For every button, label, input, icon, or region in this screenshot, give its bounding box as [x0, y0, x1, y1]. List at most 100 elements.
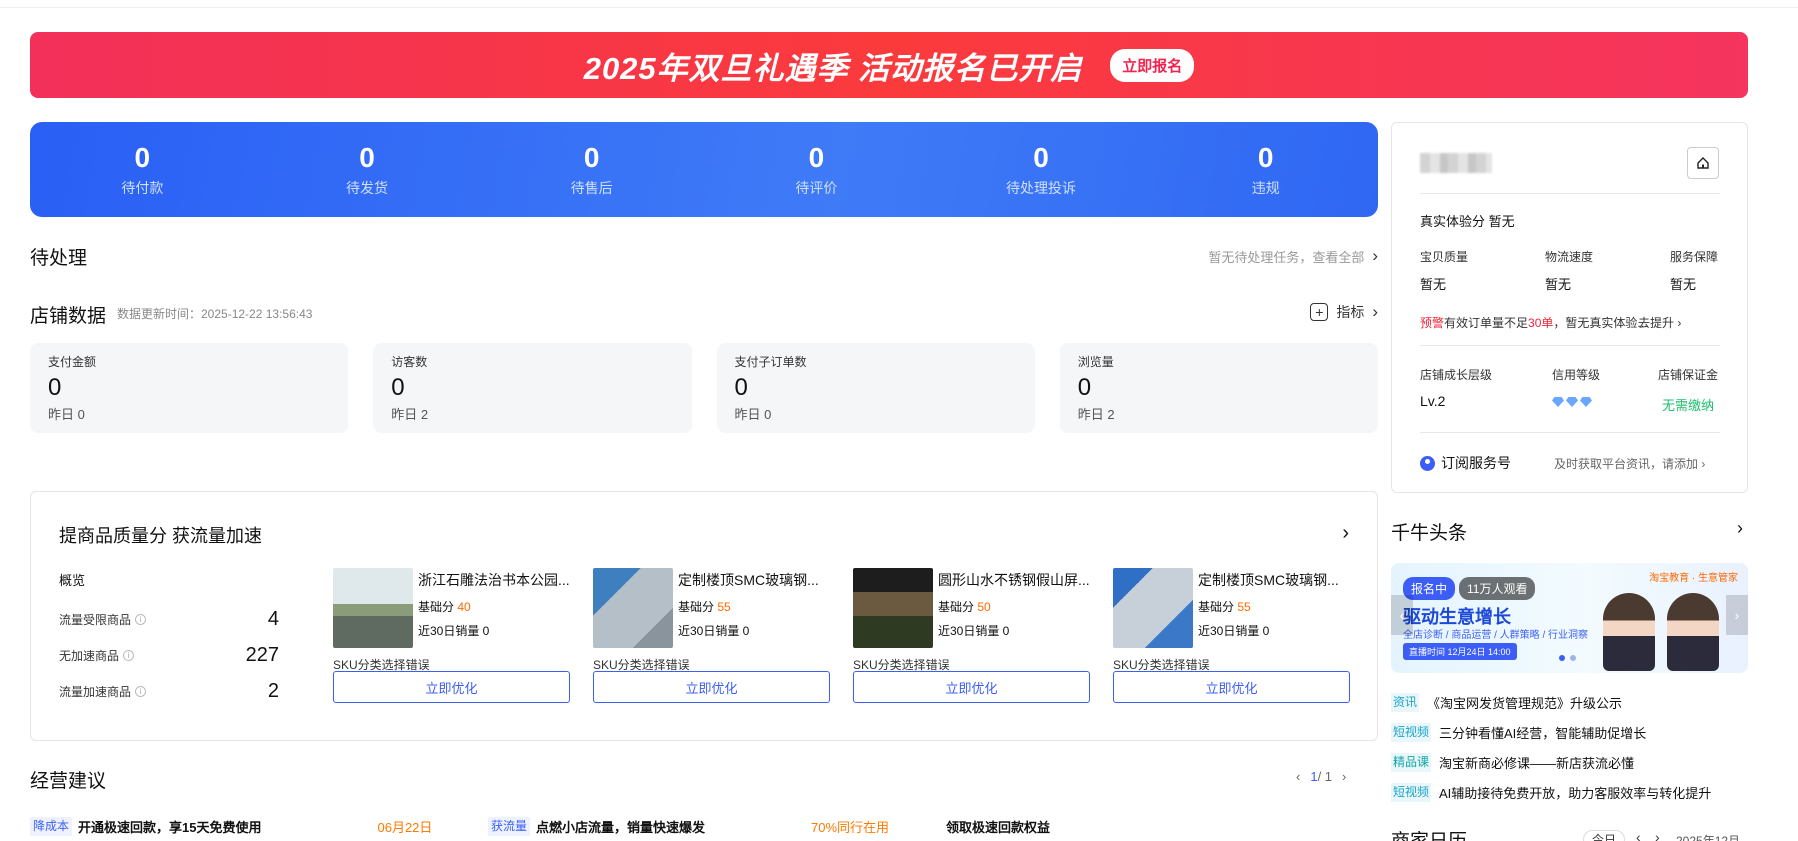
- overview-row-value: 4: [267, 608, 279, 630]
- chevron-left-icon[interactable]: ‹: [1296, 769, 1300, 784]
- status-label: 待评价: [795, 179, 838, 196]
- chevron-right-icon: ›: [1372, 302, 1378, 321]
- store-data-title: 店铺数据: [30, 306, 107, 327]
- metric-yesterday: 昨日 0: [48, 407, 85, 422]
- dim-value: 暂无: [1545, 277, 1572, 292]
- chevron-right-icon[interactable]: ›: [1737, 518, 1743, 539]
- subscribe-label: 订阅服务号: [1441, 455, 1511, 471]
- status-violations[interactable]: 0 违规: [1153, 122, 1378, 217]
- advice-pager: ‹ 1/ 1 ›: [1296, 769, 1346, 784]
- info-icon[interactable]: i: [123, 650, 135, 661]
- overview-label: 概览: [59, 573, 86, 588]
- product-name[interactable]: 定制楼顶SMC玻璃钢...: [678, 570, 830, 590]
- news-item[interactable]: 资讯 《淘宝网发货管理规范》升级公示: [1391, 693, 1622, 712]
- news-banner-carousel[interactable]: 报名中 11万人观看 驱动生意增长 全店诊断 / 商品运营 / 人群策略 / 行…: [1391, 563, 1748, 673]
- status-after-sale[interactable]: 0 待售后: [479, 122, 704, 217]
- optimize-button[interactable]: 立即优化: [333, 671, 570, 703]
- diamond-icon: [1552, 397, 1564, 407]
- status-unpaid[interactable]: 0 待付款: [30, 122, 255, 217]
- score-label: 基础分: [938, 600, 975, 614]
- product-sales: 近30日销量 0: [1198, 624, 1270, 638]
- metric-yesterday: 昨日 2: [391, 407, 429, 422]
- status-count: 0: [808, 141, 825, 173]
- status-count: 0: [583, 141, 600, 173]
- banner-views: 11万人观看: [1459, 577, 1536, 600]
- home-button[interactable]: [1687, 147, 1719, 179]
- deposit-value: 无需缴纳: [1662, 398, 1715, 413]
- overview-row-label: 无加速商品: [59, 649, 120, 663]
- news-item[interactable]: 短视频 三分钟看懂AI经营，智能辅助促增长: [1391, 723, 1646, 742]
- metric-card-pageviews[interactable]: 浏览量 0 昨日 2: [1059, 343, 1378, 433]
- product-thumbnail[interactable]: [333, 568, 413, 648]
- news-item[interactable]: 精品课 淘宝新商必修课——新店获流必懂: [1391, 753, 1634, 772]
- chevron-right-icon: ›: [1372, 246, 1378, 265]
- advice-item[interactable]: 获流量 点燃小店流量，销量快速爆发 70%同行在用: [488, 817, 889, 836]
- chevron-left-icon[interactable]: ‹: [1391, 595, 1413, 635]
- calendar-month: 2025年12月: [1676, 834, 1741, 841]
- banner-title: 2025年双旦礼遇季 活动报名已开启: [583, 50, 1083, 86]
- news-tag: 精品课: [1391, 753, 1432, 772]
- status-count: 0: [134, 141, 151, 173]
- subscribe-hint[interactable]: 及时获取平台资讯，请添加 ›: [1554, 455, 1705, 472]
- improve-link[interactable]: 去提升 ›: [1638, 314, 1681, 331]
- status-complaints[interactable]: 0 待处理投诉: [929, 122, 1154, 217]
- home-icon: [1697, 157, 1709, 169]
- chevron-right-icon: ›: [1701, 457, 1706, 471]
- quality-score-panel: 提商品质量分 获流量加速 › 概览 流量受限商品 i 4 无加速商品 i 227 流…: [30, 491, 1378, 741]
- metric-yesterday: 昨日 2: [1077, 407, 1115, 422]
- overview-row[interactable]: 无加速商品 i 227: [59, 644, 279, 667]
- metric-label: 浏览量: [1077, 355, 1114, 369]
- news-item[interactable]: 短视频 AI辅助接待免费开放，助力客服效率与转化提升: [1391, 783, 1711, 802]
- status-to-review[interactable]: 0 待评价: [704, 122, 929, 217]
- presenter-image: [1667, 593, 1719, 671]
- news-tag: 短视频: [1391, 783, 1432, 802]
- product-thumbnail[interactable]: [593, 568, 673, 648]
- news-tag: 资讯: [1391, 693, 1420, 712]
- metric-card-orders[interactable]: 支付子订单数 0 昨日 0: [716, 343, 1035, 433]
- news-text: 淘宝新商必修课——新店获流必懂: [1439, 756, 1635, 771]
- advice-item[interactable]: 领取极速回款权益: [946, 817, 1050, 836]
- optimize-button[interactable]: 立即优化: [853, 671, 1090, 703]
- chevron-right-icon[interactable]: ›: [1342, 769, 1346, 784]
- carousel-dot[interactable]: [1570, 655, 1576, 661]
- metric-value: 0: [391, 374, 405, 401]
- product-thumbnail[interactable]: [853, 568, 933, 648]
- info-icon[interactable]: i: [135, 686, 147, 697]
- optimize-button[interactable]: 立即优化: [593, 671, 830, 703]
- product-thumbnail[interactable]: [1113, 568, 1193, 648]
- subscribe-row[interactable]: 订阅服务号: [1420, 453, 1511, 473]
- optimize-button[interactable]: 立即优化: [1113, 671, 1350, 703]
- chevron-left-icon[interactable]: ‹: [1636, 829, 1641, 841]
- deposit-label: 店铺保证金: [1658, 368, 1719, 382]
- score-value: 55: [717, 600, 731, 614]
- chevron-right-icon[interactable]: ›: [1726, 595, 1748, 635]
- info-icon[interactable]: i: [135, 614, 147, 625]
- pager-current: 1: [1310, 769, 1318, 784]
- carousel-dot[interactable]: [1559, 655, 1565, 661]
- metrics-button[interactable]: + 指标 ›: [1310, 302, 1378, 322]
- status-to-ship[interactable]: 0 待发货: [255, 122, 480, 217]
- advice-title: 经营建议: [30, 771, 107, 792]
- product-name[interactable]: 圆形山水不锈钢假山屏...: [938, 570, 1090, 590]
- signup-button[interactable]: 立即报名: [1110, 48, 1195, 82]
- product-name[interactable]: 定制楼顶SMC玻璃钢...: [1198, 570, 1350, 590]
- metric-yesterday: 昨日 0: [734, 407, 772, 422]
- chevron-right-icon[interactable]: ›: [1342, 522, 1349, 545]
- banner-brand: 淘宝教育 · 生意管家: [1649, 573, 1738, 584]
- advice-item[interactable]: 降成本 开通极速回款，享15天免费使用 06月22日: [30, 817, 432, 836]
- metric-card-visitors[interactable]: 访客数 0 昨日 2: [373, 343, 692, 433]
- overview-row-value: 227: [245, 644, 279, 666]
- status-count: 0: [1033, 141, 1049, 173]
- product-name[interactable]: 浙江石雕法治书本公园...: [418, 570, 570, 590]
- overview-row[interactable]: 流量加速商品 i 2: [59, 680, 279, 703]
- today-button[interactable]: 今日: [1583, 830, 1626, 841]
- chevron-right-icon[interactable]: ›: [1655, 829, 1660, 841]
- plus-square-icon: +: [1310, 303, 1329, 321]
- pending-view-all[interactable]: 暂无待处理任务，查看全部 ›: [1208, 246, 1378, 266]
- dim-label: 宝贝质量: [1420, 250, 1469, 264]
- status-label: 待付款: [121, 179, 164, 196]
- news-title: 千牛头条: [1391, 523, 1468, 544]
- overview-row[interactable]: 流量受限商品 i 4: [59, 608, 279, 631]
- promo-banner[interactable]: 2025年双旦礼遇季 活动报名已开启 立即报名: [30, 32, 1748, 98]
- metric-card-payment[interactable]: 支付金额 0 昨日 0: [30, 343, 349, 433]
